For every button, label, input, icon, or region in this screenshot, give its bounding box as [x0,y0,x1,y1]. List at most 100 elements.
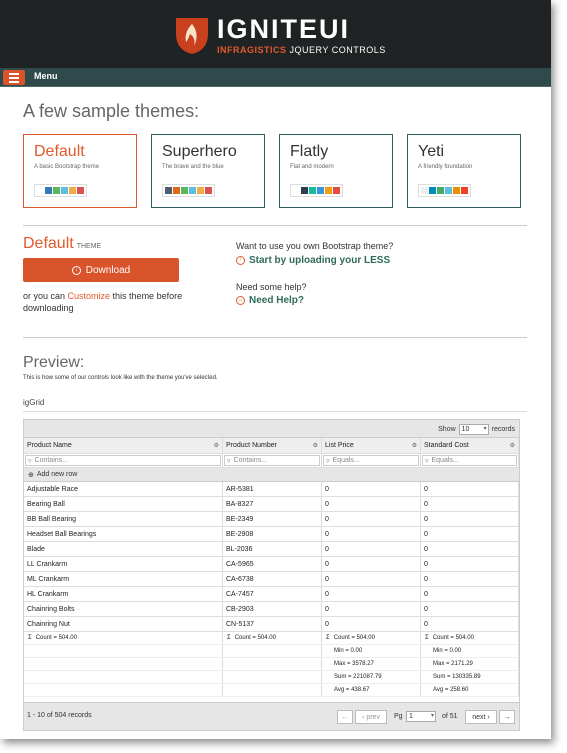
upload-less-link[interactable]: ↑ Start by uploading your LESS [236,255,390,266]
sigma-icon: Σ [227,635,231,641]
table-cell: 0 [421,602,519,616]
summary-row: Min = 0.00 Min = 0.00 [24,645,519,658]
table-cell: BE-2908 [223,527,322,541]
table-row[interactable]: Headset Ball Bearings BE-2908 0 0 [24,527,519,542]
gear-icon: ⚙ [509,443,515,449]
color-swatch [437,187,444,194]
summary-row: Sum = 221087.79 Sum = 130335.89 [24,671,519,684]
theme-card-default[interactable]: Default A basic Bootstrap theme [23,134,137,208]
table-cell: CA-7457 [223,587,322,601]
color-swatch [429,187,436,194]
table-row[interactable]: Blade BL-2036 0 0 [24,542,519,557]
filter-input[interactable]: ▿ Contains... [224,455,320,466]
summary-cell: Σ Count = 504.00 [223,632,322,644]
upload-icon: ↑ [236,256,245,265]
summary-cell: Min = 0.00 [322,645,421,657]
grid-header-row: Product Name ⚙ Product Number ⚙ List Price… [24,438,519,454]
table-row[interactable]: Chainring Nut CN-5137 0 0 [24,617,519,632]
add-new-row-button[interactable]: ⊕ Add new row [24,468,519,482]
summary-cell [24,658,223,670]
column-header[interactable]: List Price ⚙ [322,438,421,453]
last-page-button[interactable]: → [499,710,515,724]
color-swatch [77,187,84,194]
summary-cell [24,645,223,657]
color-swatch [309,187,316,194]
page-select[interactable]: 1 [406,711,436,722]
table-cell: Bearing Ball [24,497,223,511]
prev-page-button[interactable]: ‹ prev [355,710,387,724]
table-row[interactable]: Bearing Ball BA-8327 0 0 [24,497,519,512]
summary-cell: Max = 3578.27 [322,658,421,670]
table-cell: 0 [421,557,519,571]
ig-grid: Show 10 records Product Name⚙ Product Nu… [23,419,520,731]
table-cell: LL Crankarm [24,557,223,571]
brand-name: IGNITEUI [217,14,351,44]
summary-cell: Σ Count = 504.00 [421,632,519,644]
summaries: Σ Count = 504.00 Σ Count = 504.00 Σ Count = 5… [24,632,519,697]
need-help-link[interactable]: → Need Help? [236,295,304,306]
color-swatches [418,184,471,197]
table-cell: 0 [322,557,421,571]
table-cell: 0 [421,482,519,496]
color-swatch [69,187,76,194]
color-swatch [173,187,180,194]
table-row[interactable]: Chainring Bolts CB-2903 0 0 [24,602,519,617]
theme-card-superhero[interactable]: Superhero The brave and the blue [151,134,265,208]
filter-icon: ▿ [326,457,330,465]
table-cell: BE-2349 [223,512,322,526]
table-cell: 0 [322,497,421,511]
flame-logo-icon [176,18,208,54]
table-row[interactable]: BB Ball Bearing BE-2349 0 0 [24,512,519,527]
brand-logo[interactable]: IGNITEUI INFRAGISTICS JQUERY CONTROLS [172,12,385,58]
table-cell: Blade [24,542,223,556]
table-cell: CB-2903 [223,602,322,616]
filter-input[interactable]: ▿ Equals... [323,455,419,466]
own-theme-question: Want to use you own Bootstrap theme? [236,241,394,251]
table-cell: BA-8327 [223,497,322,511]
filter-input[interactable]: ▿ Contains... [25,455,221,466]
table-cell: AR-5381 [223,482,322,496]
help-question: Need some help? [236,282,307,292]
column-header[interactable]: Product Name ⚙ [24,438,223,453]
preview-description: This is how some of our controls look li… [23,375,218,381]
menu-label[interactable]: Menu [34,71,58,81]
first-page-button[interactable]: ← [337,710,353,724]
sigma-icon: Σ [425,635,429,641]
column-header[interactable]: Product Number ⚙ [223,438,322,453]
filter-input[interactable]: ▿ Equals... [422,455,517,466]
table-row[interactable]: Adjustable Race AR-5381 0 0 [24,482,519,497]
table-cell: 0 [421,527,519,541]
page-size-select[interactable]: 10 [458,424,489,435]
app-window: IGNITEUI INFRAGISTICS JQUERY CONTROLS Me… [0,0,551,739]
download-button[interactable]: ↓ Download [23,258,179,282]
column-header[interactable]: Standard Cost ⚙ [421,438,519,453]
theme-card-flatly[interactable]: Flatly Flat and modern [279,134,393,208]
next-page-button[interactable]: next › [465,710,497,724]
table-row[interactable]: LL Crankarm CA-5965 0 0 [24,557,519,572]
summary-cell: Avg = 258.60 [421,684,519,696]
grid-body: Adjustable Race AR-5381 0 0 Bearing Ball BA-8… [24,482,519,632]
summary-cell [223,671,322,683]
table-cell: 0 [421,617,519,631]
sigma-icon: Σ [28,635,32,641]
hamburger-menu-icon[interactable] [3,70,25,85]
table-cell: 0 [322,542,421,556]
table-cell: 0 [322,587,421,601]
color-swatch [333,187,340,194]
summary-cell: Min = 0.00 [421,645,519,657]
color-swatch [301,187,308,194]
customize-link[interactable]: Customize [68,291,111,301]
table-row[interactable]: ML Crankarm CA-6738 0 0 [24,572,519,587]
table-row[interactable]: HL Crankarm CA-7457 0 0 [24,587,519,602]
color-swatches [162,184,215,197]
theme-card-yeti[interactable]: Yeti A friendly foundation [407,134,521,208]
table-cell: 0 [322,572,421,586]
summary-cell [223,658,322,670]
color-swatch [189,187,196,194]
color-swatch [453,187,460,194]
summary-cell: Avg = 438.67 [322,684,421,696]
table-cell: CA-6738 [223,572,322,586]
summary-cell: Sum = 130335.89 [421,671,519,683]
selected-theme-title: Default THEME [23,235,102,252]
summary-cell: Sum = 221087.79 [322,671,421,683]
